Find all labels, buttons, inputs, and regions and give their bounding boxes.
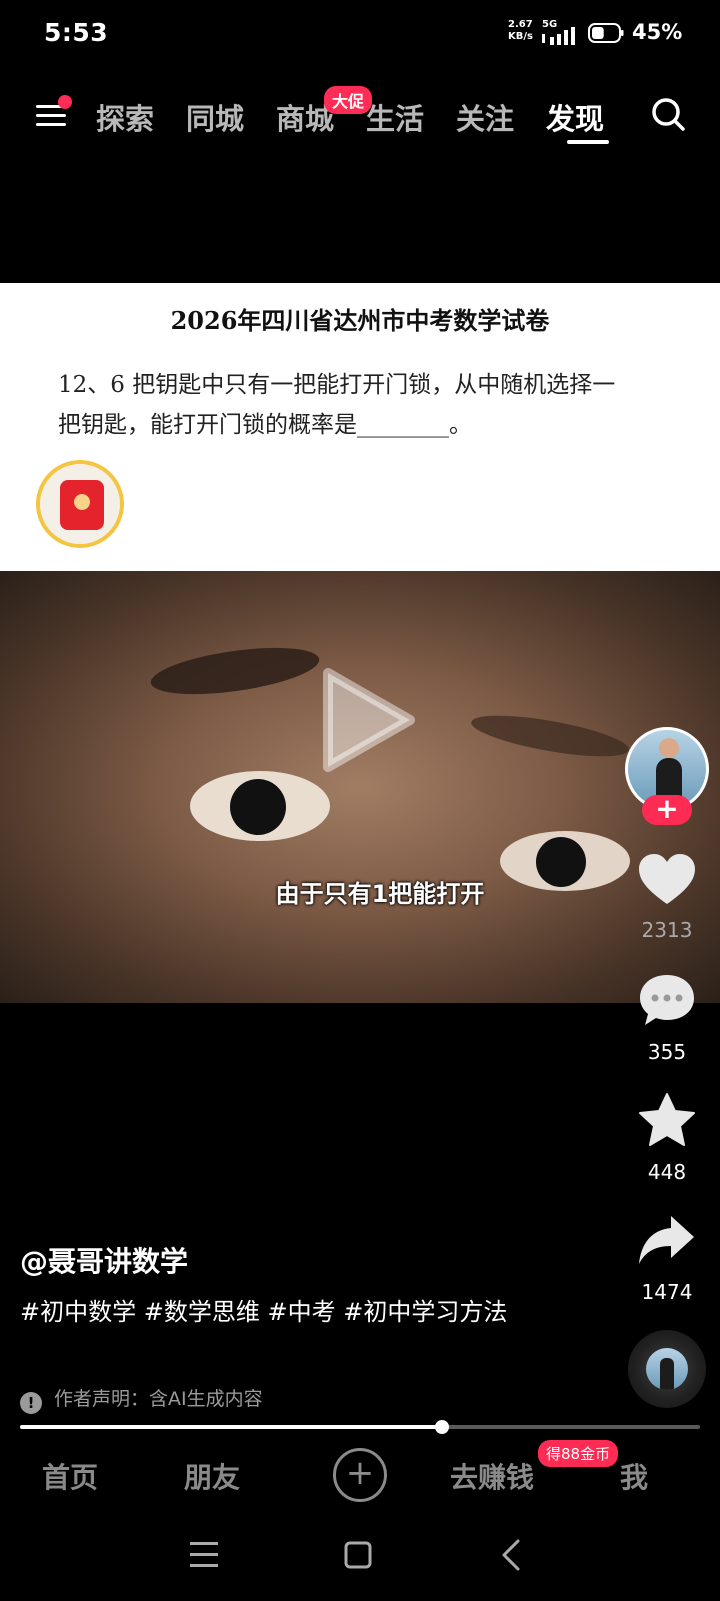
- progress-fill: [20, 1425, 442, 1429]
- author-name[interactable]: @聂哥讲数学: [20, 1240, 188, 1280]
- star-icon[interactable]: [637, 1092, 697, 1148]
- question-text-line-2: 把钥匙，能打开门锁的概率是________。: [58, 412, 472, 438]
- avatar-head: [659, 738, 679, 758]
- info-icon: !: [20, 1392, 42, 1414]
- red-packet-coin: [74, 494, 90, 510]
- comment-count: 355: [647, 1040, 687, 1064]
- music-disc[interactable]: [628, 1330, 706, 1408]
- red-packet-icon: [60, 480, 104, 530]
- promo-badge: 大促: [324, 86, 373, 114]
- question-text-line-1: 12、6 把钥匙中只有一把能打开门锁，从中随机选择一: [58, 372, 616, 398]
- favorite-count: 448: [647, 1160, 687, 1184]
- video-face-eye: [190, 771, 330, 841]
- home-icon[interactable]: [338, 1530, 378, 1580]
- status-time: 5:53: [44, 18, 109, 47]
- tab-friends[interactable]: 朋友: [184, 1456, 240, 1496]
- red-packet-button[interactable]: [36, 460, 124, 548]
- battery-percentage: 45%: [632, 20, 683, 44]
- top-nav: 探索 同城 商城 大促 生活 关注 发现: [0, 80, 720, 150]
- battery-icon: [588, 23, 624, 43]
- signal-icon: [542, 27, 575, 45]
- network-speed: 2.67 KB/s: [508, 19, 533, 43]
- notification-dot: [58, 95, 72, 109]
- tab-explore[interactable]: 探索: [96, 96, 154, 138]
- search-icon[interactable]: [650, 96, 686, 132]
- network-speed-unit: KB/s: [508, 31, 533, 42]
- exam-title: 2026年四川省达州市中考数学试卷: [170, 306, 550, 335]
- progress-bar[interactable]: [20, 1420, 700, 1434]
- back-icon[interactable]: [492, 1530, 532, 1580]
- ai-disclaimer: ! 作者声明：含AI生成内容: [20, 1384, 263, 1414]
- video-frame[interactable]: 由于只有1把能打开: [0, 571, 720, 1003]
- video-face-brow: [468, 707, 632, 765]
- ai-disclaimer-text: 作者声明：含AI生成内容: [54, 1388, 263, 1410]
- follow-button[interactable]: +: [642, 795, 692, 825]
- network-speed-value: 2.67: [508, 19, 533, 30]
- coin-badge: 得88金币: [538, 1440, 619, 1467]
- system-nav: [0, 1530, 720, 1590]
- recents-icon[interactable]: [184, 1530, 224, 1580]
- video-face-brow: [148, 639, 322, 703]
- tab-home[interactable]: 首页: [42, 1456, 98, 1496]
- music-disc-cover: [646, 1348, 688, 1390]
- tab-me[interactable]: 我: [620, 1456, 648, 1496]
- share-count: 1474: [641, 1280, 693, 1304]
- active-tab-indicator: [567, 140, 609, 144]
- tab-life[interactable]: 生活: [366, 96, 424, 138]
- hashtags[interactable]: #初中数学 #数学思维 #中考 #初中学习方法: [20, 1292, 540, 1332]
- tab-earn[interactable]: 去赚钱: [450, 1456, 534, 1496]
- share-icon[interactable]: [637, 1212, 697, 1268]
- video-subtitle: 由于只有1把能打开: [275, 880, 485, 908]
- tab-following[interactable]: 关注: [456, 96, 514, 138]
- progress-knob[interactable]: [434, 1420, 449, 1434]
- add-button[interactable]: +: [333, 1448, 387, 1502]
- play-icon[interactable]: [320, 665, 420, 775]
- tab-discover[interactable]: 发现: [546, 96, 604, 138]
- status-bar: 5:53 2.67 KB/s 5G 45%: [0, 0, 720, 70]
- heart-icon[interactable]: [637, 852, 697, 908]
- comment-icon[interactable]: [637, 972, 697, 1028]
- tab-local[interactable]: 同城: [186, 96, 244, 138]
- like-count: 2313: [641, 918, 693, 942]
